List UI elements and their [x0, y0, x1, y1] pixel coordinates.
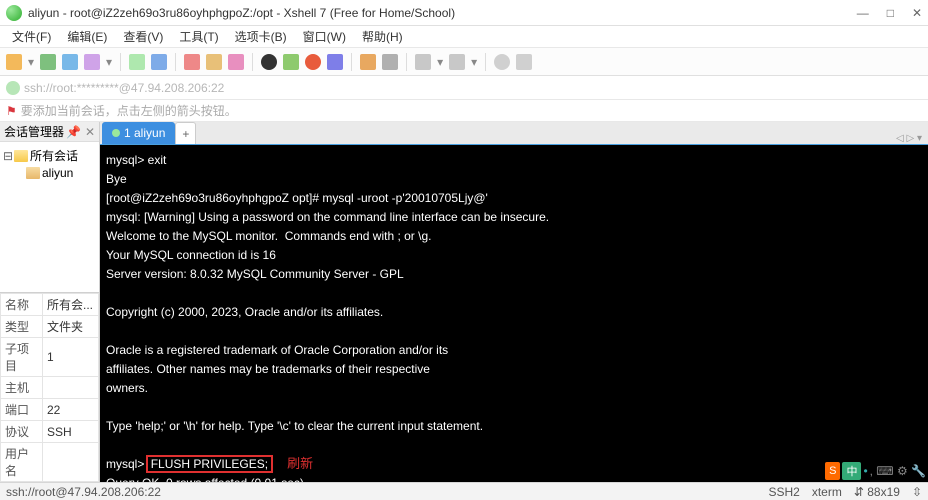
menu-tabs[interactable]: 选项卡(B) — [227, 26, 295, 47]
sidebar-title-bar: 会话管理器 📌 ✕ — [0, 122, 99, 142]
address-text: ssh://root:*********@47.94.208.206:22 — [24, 81, 224, 95]
tree-node-label: aliyun — [42, 166, 73, 180]
prop-row: 端口22 — [1, 399, 99, 421]
tab-add[interactable]: + — [175, 122, 196, 144]
ime-badge-cn[interactable]: 中 — [842, 462, 861, 480]
prop-row: 主机 — [1, 377, 99, 399]
paste-icon[interactable] — [206, 54, 222, 70]
session-icon — [26, 167, 40, 179]
menu-help[interactable]: 帮助(H) — [354, 26, 411, 47]
maximize-button[interactable]: □ — [887, 6, 894, 20]
folder-icon — [14, 150, 28, 162]
tab-nav-arrows[interactable]: ◁ ▷ ▾ — [896, 133, 928, 144]
new-session-icon[interactable] — [6, 54, 22, 70]
status-connection: ssh://root@47.94.208.206:22 — [6, 485, 161, 499]
disconnect-icon[interactable] — [84, 54, 100, 70]
title-bar: aliyun - root@iZ2zeh69o3ru86oyhphgpoZ:/o… — [0, 0, 928, 26]
prop-row: 类型文件夹 — [1, 316, 99, 338]
flag-icon: ⚑ — [6, 104, 17, 118]
layout-icon[interactable] — [415, 54, 431, 70]
connect-icon[interactable] — [62, 54, 78, 70]
connection-icon — [6, 81, 20, 95]
tool-d-icon[interactable] — [327, 54, 343, 70]
menu-view[interactable]: 查看(V) — [115, 26, 171, 47]
minimize-button[interactable]: — — [857, 6, 869, 20]
sidebar-close-icon[interactable]: ✕ — [85, 125, 95, 139]
hint-bar: ⚑ 要添加当前会话，点击左侧的箭头按钮。 — [0, 100, 928, 122]
reconnect-icon[interactable] — [129, 54, 145, 70]
tree-root[interactable]: ⊟ 所有会话 — [2, 146, 97, 165]
main-area: 会话管理器 📌 ✕ ⊟ 所有会话 aliyun 名称所有会...类型文件夹子项目… — [0, 122, 928, 482]
menu-window[interactable]: 窗口(W) — [295, 26, 354, 47]
status-protocol: SSH2 — [768, 485, 799, 499]
status-termtype: xterm — [812, 485, 842, 499]
close-button[interactable]: ✕ — [912, 6, 922, 20]
tab-status-icon — [112, 129, 120, 137]
prop-row: 名称所有会... — [1, 294, 99, 316]
sidebar-title: 会话管理器 — [4, 123, 64, 140]
menu-tools[interactable]: 工具(T) — [171, 26, 226, 47]
annotation-refresh: 刷新 — [287, 456, 313, 471]
properties-icon[interactable] — [151, 54, 167, 70]
expander-icon[interactable]: ⊟ — [2, 149, 14, 163]
menu-file[interactable]: 文件(F) — [4, 26, 59, 47]
copy-icon[interactable] — [184, 54, 200, 70]
toolbar: ▾ ▾ ▾ ▾ — [0, 48, 928, 76]
tab-aliyun[interactable]: 1 aliyun — [102, 122, 175, 144]
prop-row: 协议SSH — [1, 421, 99, 443]
open-icon[interactable] — [40, 54, 56, 70]
tree-root-label: 所有会话 — [30, 147, 78, 164]
ime-overlay: S 中 • , ⌨ ⚙ 🔧 — [825, 462, 926, 480]
ime-badge-s[interactable]: S — [825, 462, 840, 480]
window-controls: — □ ✕ — [857, 6, 922, 20]
sidebar: 会话管理器 📌 ✕ ⊟ 所有会话 aliyun 名称所有会...类型文件夹子项目… — [0, 122, 100, 482]
session-tree[interactable]: ⊟ 所有会话 aliyun — [0, 142, 99, 292]
status-size: ⇵ 88x19 — [854, 485, 900, 499]
prop-row: 用户名 — [1, 443, 99, 482]
highlighted-command: FLUSH PRIVILEGES; — [148, 457, 271, 471]
status-bar: ssh://root@47.94.208.206:22 SSH2 xterm ⇵… — [0, 482, 928, 500]
menu-edit[interactable]: 编辑(E) — [59, 26, 115, 47]
hint-text: 要添加当前会话，点击左侧的箭头按钮。 — [21, 102, 237, 119]
tool-b-icon[interactable] — [283, 54, 299, 70]
window-title: aliyun - root@iZ2zeh69o3ru86oyhphgpoZ:/o… — [28, 6, 857, 20]
right-pane: 1 aliyun + ◁ ▷ ▾ mysql> exit Bye [root@i… — [100, 122, 928, 482]
tab-bar: 1 aliyun + ◁ ▷ ▾ — [100, 122, 928, 145]
properties-table: 名称所有会...类型文件夹子项目1主机端口22协议SSH用户名 — [0, 293, 99, 482]
help-icon[interactable] — [494, 54, 510, 70]
about-icon[interactable] — [516, 54, 532, 70]
menu-bar: 文件(F) 编辑(E) 查看(V) 工具(T) 选项卡(B) 窗口(W) 帮助(… — [0, 26, 928, 48]
print-icon[interactable] — [382, 54, 398, 70]
app-icon — [6, 5, 22, 21]
tree-node-aliyun[interactable]: aliyun — [2, 165, 97, 181]
address-bar[interactable]: ssh://root:*********@47.94.208.206:22 — [0, 76, 928, 100]
find-icon[interactable] — [228, 54, 244, 70]
tab-add-label: + — [182, 127, 189, 141]
status-scroll: ⇳ — [912, 485, 922, 499]
tool-c-icon[interactable] — [305, 54, 321, 70]
lock-icon[interactable] — [360, 54, 376, 70]
properties-panel: 名称所有会...类型文件夹子项目1主机端口22协议SSH用户名 — [0, 292, 99, 482]
prop-row: 子项目1 — [1, 338, 99, 377]
tab-label: 1 aliyun — [124, 126, 165, 140]
sidebar-pin-icon[interactable]: 📌 — [66, 125, 81, 139]
terminal[interactable]: mysql> exit Bye [root@iZ2zeh69o3ru86oyhp… — [100, 145, 928, 482]
tool-a-icon[interactable] — [261, 54, 277, 70]
split-icon[interactable] — [449, 54, 465, 70]
